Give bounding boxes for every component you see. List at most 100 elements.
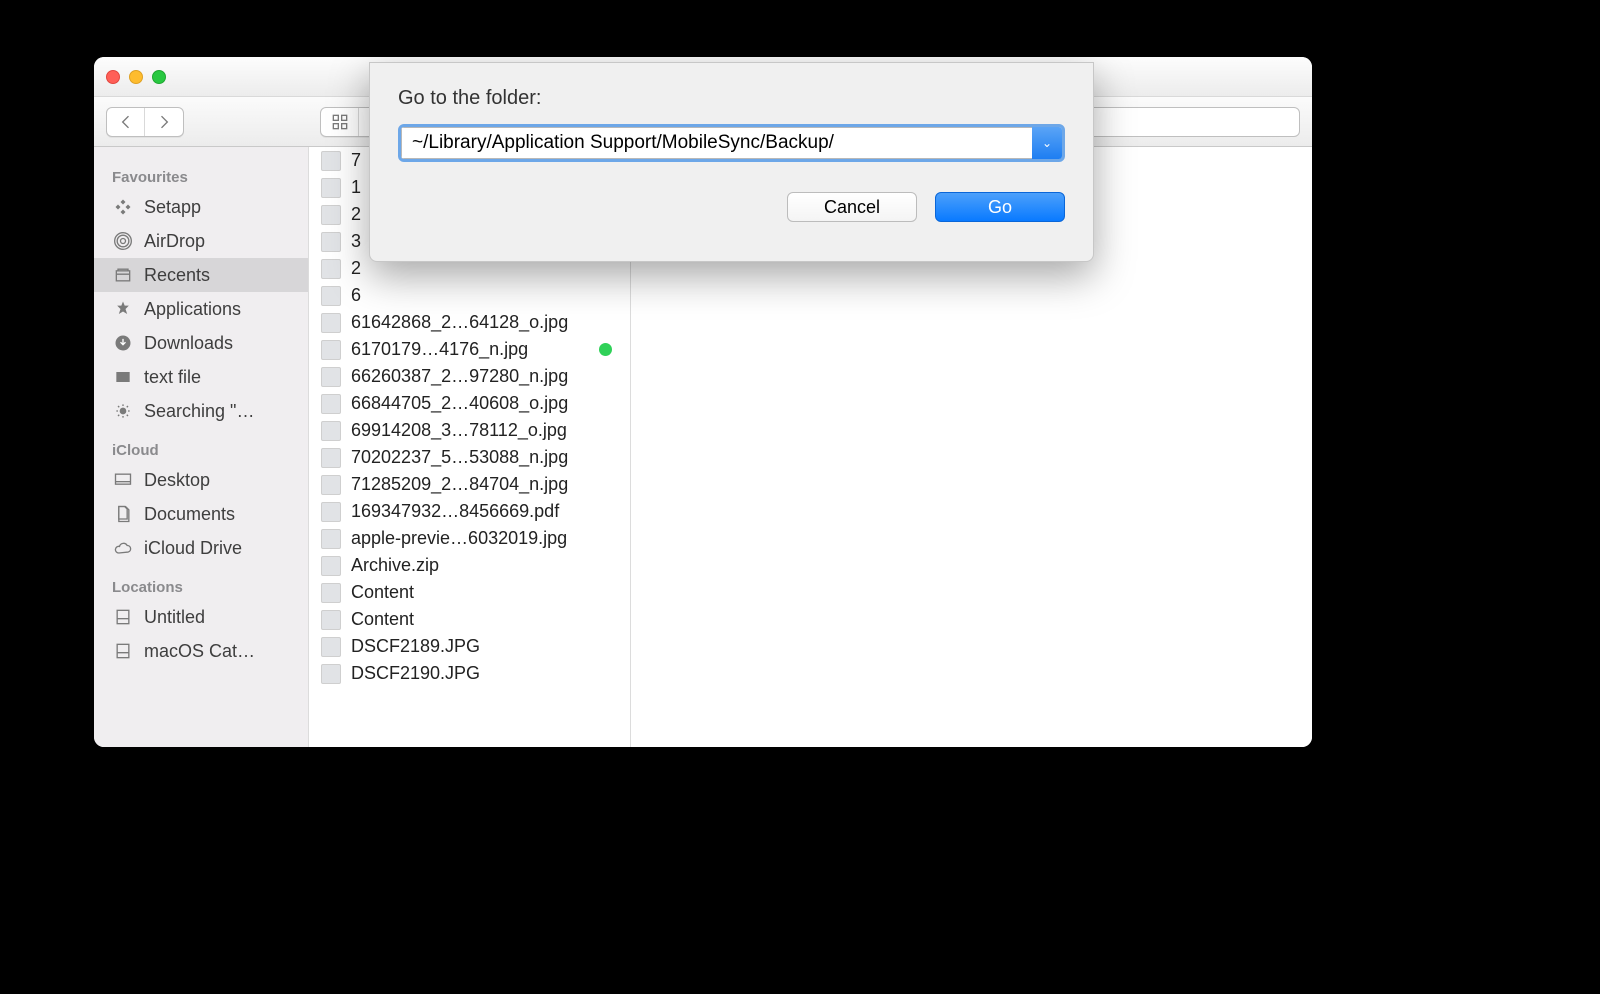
- file-thumbnail-icon: [321, 340, 341, 360]
- file-thumbnail-icon: [321, 178, 341, 198]
- file-name: DSCF2189.JPG: [351, 636, 480, 657]
- back-button[interactable]: [107, 108, 145, 136]
- file-item[interactable]: apple-previe…6032019.jpg: [309, 525, 630, 552]
- sidebar-item-documents[interactable]: Documents: [94, 497, 308, 531]
- cancel-button[interactable]: Cancel: [787, 192, 917, 222]
- sidebar-item-label: Applications: [144, 299, 241, 320]
- sidebar-item-label: Untitled: [144, 607, 205, 628]
- path-history-dropdown[interactable]: ⌄: [1032, 127, 1062, 159]
- file-item[interactable]: 66844705_2…40608_o.jpg: [309, 390, 630, 417]
- file-name: Archive.zip: [351, 555, 439, 576]
- file-name: 66844705_2…40608_o.jpg: [351, 393, 568, 414]
- file-item[interactable]: 61642868_2…64128_o.jpg: [309, 309, 630, 336]
- chevron-down-icon: ⌄: [1042, 136, 1052, 150]
- sidebar-item-recents[interactable]: Recents: [94, 258, 308, 292]
- file-thumbnail-icon: [321, 367, 341, 387]
- file-name: 61642868_2…64128_o.jpg: [351, 312, 568, 333]
- macos-cat--icon: [112, 640, 134, 662]
- file-thumbnail-icon: [321, 151, 341, 171]
- file-thumbnail-icon: [321, 664, 341, 684]
- file-item[interactable]: 70202237_5…53088_n.jpg: [309, 444, 630, 471]
- sidebar-section-label: Locations: [94, 565, 308, 600]
- file-item[interactable]: 69914208_3…78112_o.jpg: [309, 417, 630, 444]
- file-name: 66260387_2…97280_n.jpg: [351, 366, 568, 387]
- sidebar-item-airdrop[interactable]: AirDrop: [94, 224, 308, 258]
- sidebar-item-desktop[interactable]: Desktop: [94, 463, 308, 497]
- sidebar-section-label: iCloud: [94, 428, 308, 463]
- recents-icon: [112, 264, 134, 286]
- file-thumbnail-icon: [321, 232, 341, 252]
- file-item[interactable]: 71285209_2…84704_n.jpg: [309, 471, 630, 498]
- sidebar-item-icloud-drive[interactable]: iCloud Drive: [94, 531, 308, 565]
- green-tag-icon: [599, 343, 612, 356]
- file-thumbnail-icon: [321, 637, 341, 657]
- file-item[interactable]: DSCF2189.JPG: [309, 633, 630, 660]
- sidebar-item-label: Documents: [144, 504, 235, 525]
- applications-icon: [112, 298, 134, 320]
- file-thumbnail-icon: [321, 610, 341, 630]
- chevron-right-icon: [154, 112, 174, 132]
- forward-button[interactable]: [145, 108, 183, 136]
- airdrop-icon: [112, 230, 134, 252]
- file-name: 2: [351, 204, 361, 225]
- file-name: Content: [351, 609, 414, 630]
- file-item[interactable]: Archive.zip: [309, 552, 630, 579]
- documents-icon: [112, 503, 134, 525]
- file-thumbnail-icon: [321, 205, 341, 225]
- icloud-drive-icon: [112, 537, 134, 559]
- file-thumbnail-icon: [321, 475, 341, 495]
- sidebar-item-macos-cat-[interactable]: macOS Cat…: [94, 634, 308, 668]
- setapp-icon: [112, 196, 134, 218]
- file-thumbnail-icon: [321, 448, 341, 468]
- dialog-label: Go to the folder:: [398, 87, 1065, 110]
- sidebar-item-downloads[interactable]: Downloads: [94, 326, 308, 360]
- file-item[interactable]: Content: [309, 606, 630, 633]
- sidebar-item-applications[interactable]: Applications: [94, 292, 308, 326]
- text-file-icon: [112, 366, 134, 388]
- sidebar-item-label: macOS Cat…: [144, 641, 255, 662]
- file-item[interactable]: 66260387_2…97280_n.jpg: [309, 363, 630, 390]
- sidebar-item-searching-[interactable]: Searching "…: [94, 394, 308, 428]
- sidebar-item-label: Downloads: [144, 333, 233, 354]
- file-thumbnail-icon: [321, 286, 341, 306]
- file-name: 70202237_5…53088_n.jpg: [351, 447, 568, 468]
- sidebar-item-untitled[interactable]: Untitled: [94, 600, 308, 634]
- folder-path-input[interactable]: [401, 127, 1032, 159]
- file-name: 3: [351, 231, 361, 252]
- file-name: Content: [351, 582, 414, 603]
- icon-view-button[interactable]: [321, 108, 359, 136]
- file-name: DSCF2190.JPG: [351, 663, 480, 684]
- sidebar-section-label: Favourites: [94, 155, 308, 190]
- sidebar-item-label: Recents: [144, 265, 210, 286]
- path-input-wrap: ⌄: [398, 124, 1065, 162]
- file-item[interactable]: 169347932…8456669.pdf: [309, 498, 630, 525]
- file-name: 71285209_2…84704_n.jpg: [351, 474, 568, 495]
- downloads-icon: [112, 332, 134, 354]
- file-item[interactable]: 6: [309, 282, 630, 309]
- file-item[interactable]: Content: [309, 579, 630, 606]
- file-thumbnail-icon: [321, 421, 341, 441]
- nav-buttons: [106, 107, 184, 137]
- file-thumbnail-icon: [321, 394, 341, 414]
- file-name: 69914208_3…78112_o.jpg: [351, 420, 567, 441]
- sidebar-item-label: Setapp: [144, 197, 201, 218]
- go-button[interactable]: Go: [935, 192, 1065, 222]
- dialog-buttons: Cancel Go: [398, 192, 1065, 222]
- desktop-icon: [112, 469, 134, 491]
- file-name: apple-previe…6032019.jpg: [351, 528, 567, 549]
- file-name: 7: [351, 150, 361, 171]
- grid-icon: [330, 112, 350, 132]
- file-thumbnail-icon: [321, 502, 341, 522]
- finder-window: 🗄️ Recents: [94, 57, 1312, 747]
- file-item[interactable]: DSCF2190.JPG: [309, 660, 630, 687]
- sidebar-item-text-file[interactable]: text file: [94, 360, 308, 394]
- sidebar-item-setapp[interactable]: Setapp: [94, 190, 308, 224]
- file-thumbnail-icon: [321, 313, 341, 333]
- sidebar-item-label: Desktop: [144, 470, 210, 491]
- file-name: 169347932…8456669.pdf: [351, 501, 559, 522]
- chevron-left-icon: [116, 112, 136, 132]
- sidebar-item-label: text file: [144, 367, 201, 388]
- file-name: 6170179…4176_n.jpg: [351, 339, 528, 360]
- file-thumbnail-icon: [321, 556, 341, 576]
- file-item[interactable]: 6170179…4176_n.jpg: [309, 336, 630, 363]
